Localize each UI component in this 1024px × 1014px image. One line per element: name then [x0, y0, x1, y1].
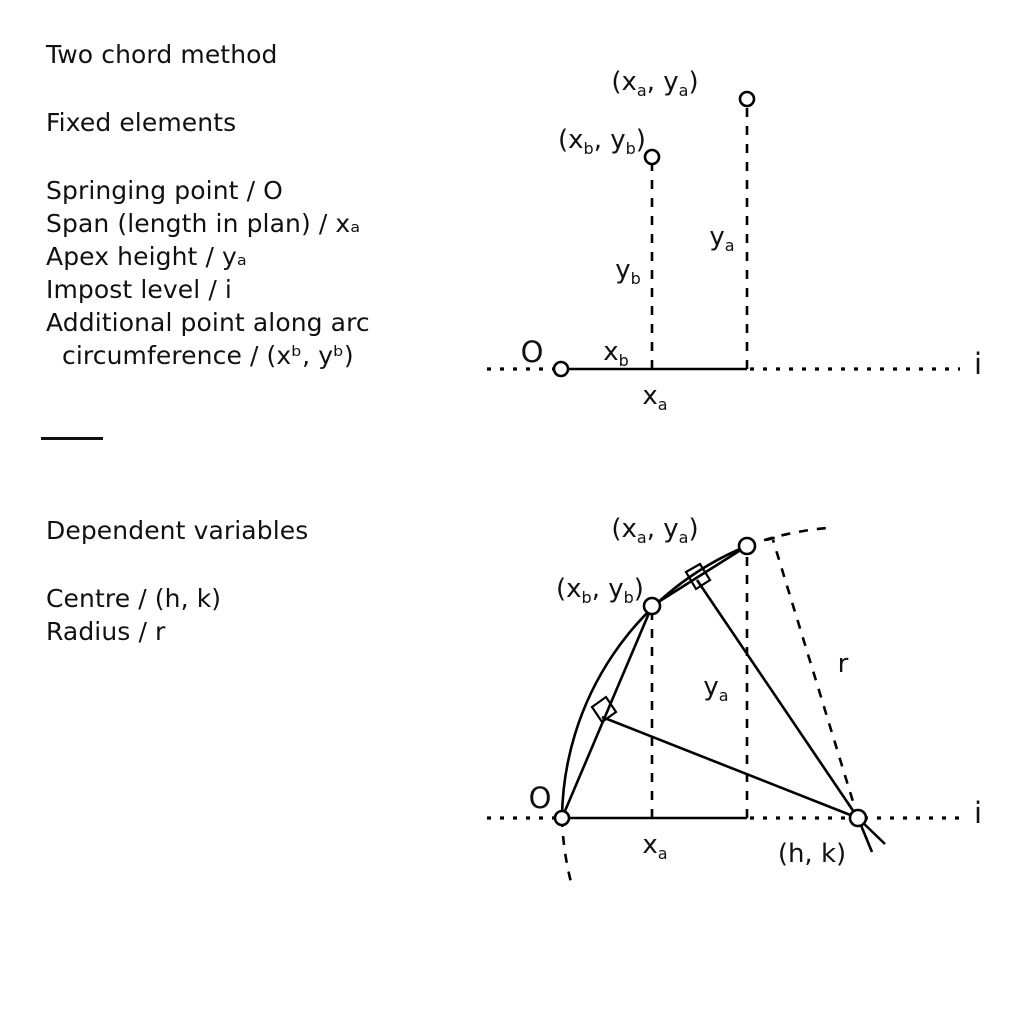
perpendicular-bisector-ob	[601, 715, 859, 820]
label-point-a-top: (xa, ya)	[611, 67, 698, 100]
label-radius: r	[838, 649, 849, 679]
label-impost-bottom: i	[974, 796, 982, 830]
fixed-elements-diagram: (xa, ya) (xb, yb) O i xb xa yb ya	[487, 67, 982, 414]
arc-continuation-upper-dashed	[746, 526, 829, 548]
label-point-b-top: (xb, yb)	[558, 125, 646, 158]
radius-line-dashed	[771, 539, 860, 819]
label-xa-bottom: xa	[642, 830, 667, 863]
label-point-b-bottom: (xb, yb)	[556, 574, 644, 607]
dependent-variables-diagram: (xa, ya) (xb, yb) O i xa ya r (h, k)	[487, 514, 982, 887]
node-point-a-top	[738, 90, 756, 108]
diagrams-canvas: (xa, ya) (xb, yb) O i xb xa yb ya (xa, y…	[487, 67, 982, 887]
node-centre-point	[848, 808, 868, 828]
label-ya-top: ya	[709, 222, 734, 255]
label-centre-point: (h, k)	[778, 839, 846, 869]
label-point-a-bottom: (xa, ya)	[611, 514, 698, 547]
label-xa-top: xa	[642, 381, 667, 414]
node-point-a-bottom	[737, 536, 757, 556]
arc-curve	[560, 544, 748, 819]
label-origin-top: O	[521, 335, 544, 369]
diagram-page: Two chord method Fixed elements Springin…	[0, 0, 1024, 1014]
chord-b-a	[651, 544, 748, 608]
label-origin-bottom: O	[529, 781, 552, 815]
label-xb-top: xb	[603, 337, 629, 370]
label-yb-top: yb	[615, 255, 641, 288]
label-ya-bottom: ya	[703, 672, 728, 705]
node-point-b-bottom	[642, 596, 662, 616]
node-springing-point-top	[552, 360, 570, 378]
label-impost-top: i	[974, 347, 982, 381]
chord-o-b	[560, 605, 654, 819]
arc-continuation-lower-dashed	[560, 817, 574, 887]
node-springing-point-bottom	[553, 809, 571, 827]
node-point-b-top	[643, 148, 661, 166]
